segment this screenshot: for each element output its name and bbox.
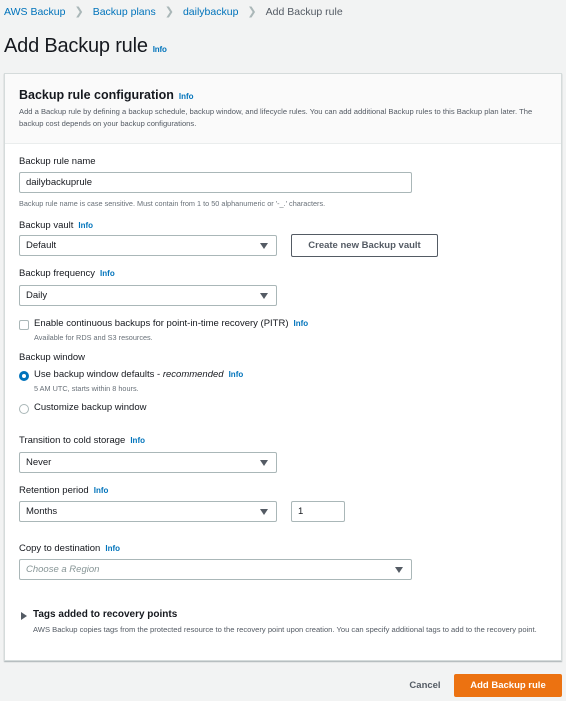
frequency-label: Backup frequency Info xyxy=(19,268,115,279)
vault-selected-value: Default xyxy=(26,240,57,251)
vault-info-link[interactable]: Info xyxy=(78,221,93,230)
breadcrumb-dailybackup[interactable]: dailybackup xyxy=(183,6,238,18)
window-defaults-radio[interactable] xyxy=(19,371,29,381)
cold-storage-label: Transition to cold storage Info xyxy=(19,435,145,446)
window-defaults-label[interactable]: Use backup window defaults - recommended… xyxy=(34,369,243,380)
chevron-right-icon: ❯ xyxy=(164,6,174,18)
page-info-link[interactable]: Info xyxy=(153,45,167,54)
frequency-select[interactable]: Daily xyxy=(19,285,277,306)
backup-window-label: Backup window xyxy=(19,352,85,363)
window-info-link[interactable]: Info xyxy=(229,370,244,379)
tags-description: AWS Backup copies tags from the protecte… xyxy=(33,625,537,634)
retention-unit-value: Months xyxy=(26,506,58,517)
retention-label: Retention period Info xyxy=(19,485,108,496)
caret-down-icon xyxy=(260,242,268,249)
retention-value: 1 xyxy=(298,506,304,517)
copy-destination-info-link[interactable]: Info xyxy=(105,544,120,553)
cold-storage-info-link[interactable]: Info xyxy=(130,436,145,445)
rule-name-input[interactable]: dailybackuprule xyxy=(19,172,412,193)
vault-select[interactable]: Default xyxy=(19,235,277,256)
pitr-info-link[interactable]: Info xyxy=(294,319,309,328)
panel-info-link[interactable]: Info xyxy=(179,92,194,101)
breadcrumb-backup-plans[interactable]: Backup plans xyxy=(93,6,156,18)
vault-label: Backup vault Info xyxy=(19,220,93,231)
rule-name-label-text: Backup rule name xyxy=(19,156,96,167)
copy-destination-label: Copy to destination Info xyxy=(19,543,120,554)
pitr-label-text[interactable]: Enable continuous backups for point-in-t… xyxy=(34,318,289,329)
customize-window-text: Customize backup window xyxy=(34,402,147,413)
add-backup-rule-button[interactable]: Add Backup rule xyxy=(454,674,562,697)
cold-storage-select[interactable]: Never xyxy=(19,452,277,473)
rule-name-value: dailybackuprule xyxy=(26,177,93,188)
panel-description: Add a Backup rule by defining a backup s… xyxy=(19,107,533,128)
breadcrumb-current: Add Backup rule xyxy=(265,5,343,18)
frequency-label-text: Backup frequency xyxy=(19,268,96,279)
page-title-text: Add Backup rule xyxy=(4,35,148,57)
panel-header: Backup rule configuration Info Add a Bac… xyxy=(5,74,561,144)
frequency-selected-value: Daily xyxy=(26,290,48,301)
copy-destination-select[interactable]: Choose a Region xyxy=(19,559,412,580)
tags-expander-title[interactable]: Tags added to recovery points xyxy=(33,609,177,620)
customize-window-radio[interactable] xyxy=(19,404,29,414)
customize-window-label[interactable]: Customize backup window xyxy=(34,402,146,413)
rule-name-hint: Backup rule name is case sensitive. Must… xyxy=(19,199,326,208)
breadcrumb: AWS Backup ❯ Backup plans ❯ dailybackup … xyxy=(4,5,343,19)
caret-down-icon xyxy=(260,508,268,515)
pitr-label: Enable continuous backups for point-in-t… xyxy=(34,318,308,329)
retention-unit-select[interactable]: Months xyxy=(19,501,277,522)
panel-title-text: Backup rule configuration xyxy=(19,88,174,102)
caret-down-icon xyxy=(260,459,268,466)
chevron-right-icon: ❯ xyxy=(247,6,257,18)
retention-value-input[interactable]: 1 xyxy=(291,501,345,522)
retention-label-text: Retention period xyxy=(19,485,89,496)
window-defaults-text: Use backup window defaults - xyxy=(34,369,163,380)
breadcrumb-aws-backup[interactable]: AWS Backup xyxy=(4,6,65,18)
backup-window-label-text: Backup window xyxy=(19,352,86,363)
chevron-right-icon: ❯ xyxy=(74,6,84,18)
recommended-text: recommended xyxy=(162,369,224,380)
copy-destination-label-text: Copy to destination xyxy=(19,543,101,554)
copy-destination-placeholder: Choose a Region xyxy=(26,564,100,575)
retention-info-link[interactable]: Info xyxy=(94,486,109,495)
backup-rule-configuration-panel: Backup rule configuration Info Add a Bac… xyxy=(4,73,562,661)
page-title: Add Backup rule Info xyxy=(4,35,167,58)
vault-label-text: Backup vault xyxy=(19,220,74,231)
frequency-info-link[interactable]: Info xyxy=(100,269,115,278)
caret-down-icon xyxy=(260,292,268,299)
cold-storage-selected-value: Never xyxy=(26,457,52,468)
create-backup-vault-button[interactable]: Create new Backup vault xyxy=(291,234,438,257)
caret-right-icon[interactable] xyxy=(21,612,27,620)
rule-name-label: Backup rule name xyxy=(19,156,96,167)
caret-down-icon xyxy=(395,566,403,573)
panel-title: Backup rule configuration Info xyxy=(19,88,547,102)
cold-storage-label-text: Transition to cold storage xyxy=(19,435,126,446)
window-defaults-hint: 5 AM UTC, starts within 8 hours. xyxy=(34,384,139,393)
cancel-button[interactable]: Cancel xyxy=(396,675,454,696)
pitr-checkbox[interactable] xyxy=(19,320,29,330)
pitr-hint: Available for RDS and S3 resources. xyxy=(34,333,153,342)
